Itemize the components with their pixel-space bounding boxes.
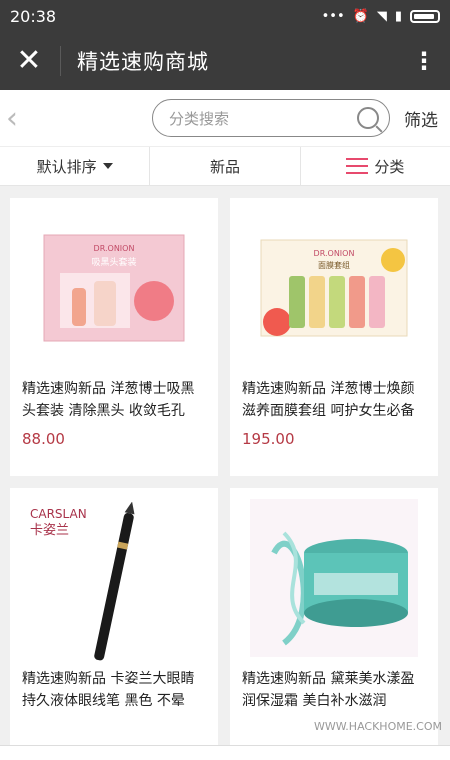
img-brand-text: CARSLAN (30, 507, 87, 521)
back-icon[interactable]: ‹ (6, 101, 36, 136)
img-caption-text: 卡姿兰 (30, 522, 69, 538)
product-grid: DR.ONION 吸黑头套装 精选速购新品 洋葱博士吸黑头套装 清除黑头 收敛毛… (0, 186, 450, 760)
status-time: 20:38 (10, 6, 57, 26)
signal-icon: ▮ (394, 8, 402, 24)
product-card[interactable]: DR.ONION 吸黑头套装 精选速购新品 洋葱博士吸黑头套装 清除黑头 收敛毛… (10, 198, 218, 476)
img-caption-text: 吸黑头套装 (91, 256, 136, 268)
caret-down-icon (102, 163, 113, 169)
title-divider (60, 46, 61, 76)
img-brand-text: DR.ONION (314, 249, 355, 258)
more-dots-icon: ••• (321, 8, 345, 24)
sort-default-label: 默认排序 (36, 157, 97, 176)
sort-new-button[interactable]: 新品 (150, 147, 301, 185)
title-bar: ✕ 精选速购商城 ⋮ (0, 32, 450, 90)
battery-icon (410, 9, 440, 23)
search-row: ‹ 分类搜索 筛选 (0, 90, 450, 146)
sort-new-label: 新品 (209, 157, 240, 176)
product-price: 195.00 (242, 430, 295, 448)
product-image: DR.ONION 吸黑头套装 (10, 198, 218, 378)
img-brand-text: DR.ONION (94, 244, 135, 253)
product-price: 88.00 (22, 430, 65, 448)
list-icon (346, 158, 369, 174)
status-icons: ••• ⏰ ◥ ▮ (322, 9, 440, 24)
sort-bar: 默认排序 新品 分类 (0, 146, 450, 186)
wifi-icon: ◥ (376, 8, 387, 24)
status-bar: 20:38 ••• ⏰ ◥ ▮ (0, 0, 450, 32)
product-title: 精选速购新品 洋葱博士焕颜滋养面膜套组 呵护女生必备 (242, 381, 415, 419)
close-icon[interactable]: ✕ (14, 46, 44, 76)
sort-category-button[interactable]: 分类 (301, 147, 450, 185)
search-placeholder: 分类搜索 (169, 109, 230, 128)
product-card[interactable]: CARSLAN 卡姿兰 精选速购新品 卡姿兰大眼睛持久液体眼线笔 黑色 不晕 (10, 488, 218, 760)
watermark: WWW.HACKHOME.COM (313, 720, 442, 733)
search-icon[interactable] (357, 107, 379, 129)
more-menu-icon[interactable]: ⋮ (412, 47, 436, 75)
search-input[interactable]: 分类搜索 (152, 99, 390, 137)
bottom-nav-bar (0, 745, 450, 760)
product-title: 精选速购新品 洋葱博士吸黑头套装 清除黑头 收敛毛孔 (22, 381, 195, 419)
page-title: 精选速购商城 (77, 50, 209, 74)
product-image: DR.ONION 面膜套组 (230, 198, 438, 378)
product-card[interactable]: DR.ONION 面膜套组 精选速购新品 洋葱博士焕颜滋养面膜套组 呵护女生必备… (230, 198, 438, 476)
product-image: CARSLAN 卡姿兰 (10, 488, 218, 668)
product-price (10, 712, 218, 720)
filter-button[interactable]: 筛选 (404, 106, 438, 131)
sort-category-label: 分类 (374, 157, 405, 176)
product-title: 精选速购新品 卡姿兰大眼睛持久液体眼线笔 黑色 不晕 (22, 671, 195, 709)
product-title: 精选速购新品 黛莱美水漾盈润保湿霜 美白补水滋润 (242, 671, 415, 709)
img-caption-text: 面膜套组 (318, 260, 350, 270)
product-image (230, 488, 438, 668)
sort-default-button[interactable]: 默认排序 (0, 147, 151, 185)
alarm-icon: ⏰ (352, 8, 369, 24)
product-price (230, 712, 438, 720)
